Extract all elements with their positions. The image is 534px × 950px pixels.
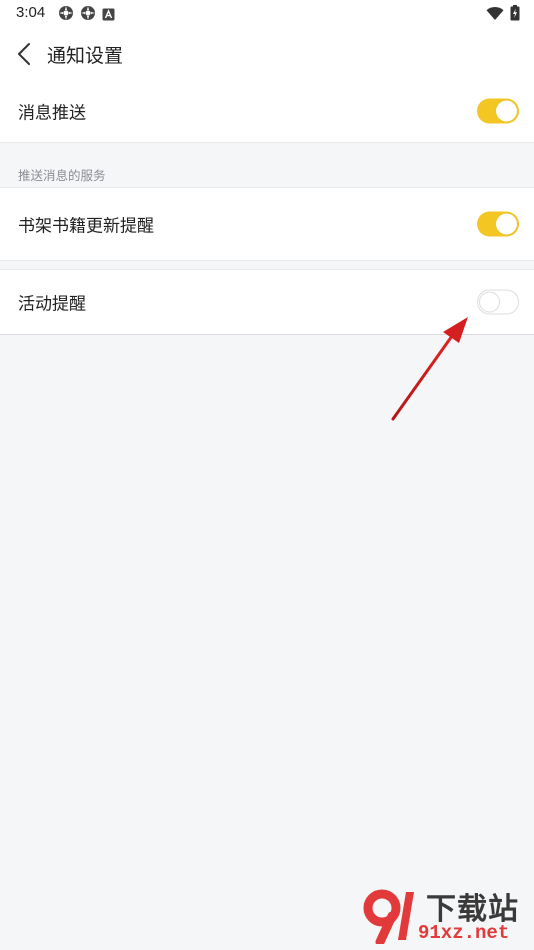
settings-gear-icon (80, 5, 96, 25)
activity-reminder-label: 活动提醒 (18, 294, 86, 315)
back-button[interactable] (10, 40, 38, 68)
wifi-icon (486, 6, 504, 25)
status-icons-right (486, 5, 520, 25)
activity-reminder-row: 活动提醒 (0, 270, 534, 334)
bookshelf-update-label: 书架书籍更新提醒 (18, 216, 154, 237)
toggle-knob (496, 213, 517, 235)
top-area: 3:04 通知设置 (0, 0, 534, 80)
nav-bar: 通知设置 (0, 28, 534, 80)
notification-a-icon (102, 6, 115, 25)
bookshelf-update-toggle[interactable] (477, 211, 519, 237)
watermark: 下载站 91xz.net (362, 884, 530, 946)
toggle-knob (496, 100, 517, 122)
bookshelf-update-row: 书架书籍更新提醒 (0, 188, 534, 260)
status-bar: 3:04 (0, 0, 534, 28)
settings-gear-icon (58, 5, 74, 25)
toggle-knob (479, 291, 500, 313)
list-bottom-divider (0, 334, 534, 335)
chevron-left-icon (18, 43, 30, 65)
activity-reminder-toggle[interactable] (477, 289, 519, 315)
section-header-label: 推送消息的服务 (18, 168, 106, 183)
watermark-logo-icon (363, 889, 414, 944)
battery-charging-icon (510, 5, 520, 25)
message-push-row: 消息推送 (0, 80, 534, 142)
message-push-toggle[interactable] (477, 98, 519, 124)
status-time: 3:04 (16, 4, 46, 21)
section-header: 推送消息的服务 (0, 142, 534, 188)
status-icons-left (58, 5, 115, 25)
arrow-shaft (391, 334, 454, 421)
watermark-url: 91xz.net (418, 922, 510, 944)
message-push-label: 消息推送 (18, 103, 86, 124)
section-gap (0, 260, 534, 270)
page-title: 通知设置 (47, 45, 124, 67)
